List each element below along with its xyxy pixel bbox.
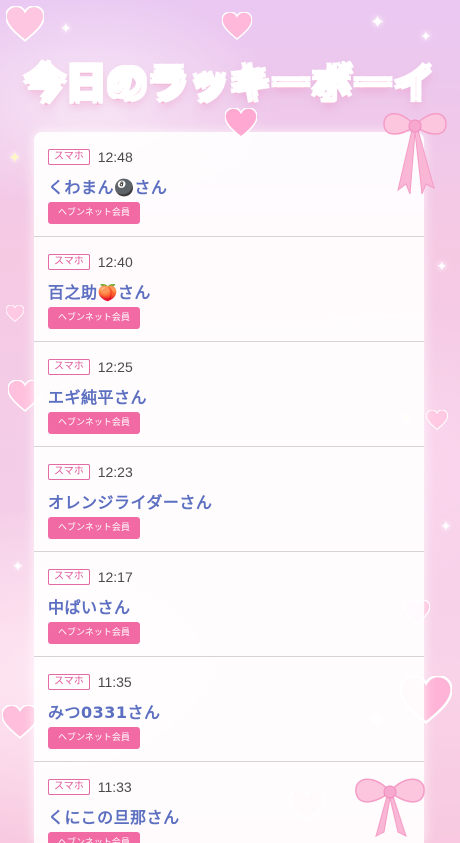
- heart-icon: [222, 12, 252, 40]
- device-tag: スマホ: [48, 149, 90, 165]
- page-title: 今日のラッキーボーイ: [24, 60, 435, 108]
- device-tag: スマホ: [48, 464, 90, 480]
- device-tag: スマホ: [48, 779, 90, 795]
- member-badge: ヘブンネット会員: [48, 412, 140, 434]
- device-tag: スマホ: [48, 254, 90, 270]
- ribbon-bow-icon: [378, 104, 452, 204]
- user-name: みつ0331さん: [48, 703, 161, 722]
- heart-icon: [225, 108, 257, 138]
- list-item[interactable]: スマホ 12:40 百之助🍑さん ヘブンネット会員: [34, 237, 424, 342]
- member-badge: ヘブンネット会員: [48, 202, 140, 224]
- heart-icon: [6, 305, 24, 322]
- device-tag: スマホ: [48, 674, 90, 690]
- lucky-boy-list: スマホ 12:48 くわまん🎱さん ヘブンネット会員 スマホ 12:40 百之助…: [34, 132, 424, 843]
- visit-time: 12:17: [97, 569, 133, 585]
- member-badge: ヘブンネット会員: [48, 517, 140, 539]
- ribbon-bow-icon: [350, 770, 430, 843]
- sparkle-icon: ✦: [370, 12, 386, 33]
- member-badge: ヘブンネット会員: [48, 727, 140, 749]
- device-tag: スマホ: [48, 359, 90, 375]
- sparkle-icon: ✦: [436, 259, 448, 275]
- list-item[interactable]: スマホ 12:48 くわまん🎱さん ヘブンネット会員: [34, 132, 424, 237]
- visit-time: 12:25: [97, 359, 133, 375]
- sparkle-icon: ✦: [8, 148, 22, 167]
- heart-icon: [6, 6, 44, 42]
- device-tag: スマホ: [48, 569, 90, 585]
- sparkle-icon: ✦: [60, 21, 72, 37]
- list-item[interactable]: スマホ 12:23 オレンジライダーさん ヘブンネット会員: [34, 447, 424, 552]
- user-name: くわまん🎱さん: [48, 178, 168, 197]
- heart-icon: [2, 705, 38, 739]
- list-item[interactable]: スマホ 11:35 みつ0331さん ヘブンネット会員: [34, 657, 424, 762]
- list-item[interactable]: スマホ 12:17 中ぱいさん ヘブンネット会員: [34, 552, 424, 657]
- visit-time: 11:35: [97, 674, 132, 690]
- visit-time: 11:33: [97, 779, 132, 795]
- member-badge: ヘブンネット会員: [48, 307, 140, 329]
- user-name: エギ純平さん: [48, 388, 148, 407]
- heart-icon: [426, 410, 448, 430]
- user-name: 中ぱいさん: [48, 598, 131, 617]
- member-badge: ヘブンネット会員: [48, 832, 140, 843]
- user-name: オレンジライダーさん: [48, 493, 213, 512]
- visit-time: 12:40: [97, 254, 133, 270]
- user-name: 百之助🍑さん: [48, 283, 151, 302]
- sparkle-icon: ✦: [12, 559, 24, 575]
- member-badge: ヘブンネット会員: [48, 622, 140, 644]
- sparkle-icon: ✦: [440, 519, 452, 535]
- visit-time: 12:23: [97, 464, 133, 480]
- visit-time: 12:48: [97, 149, 133, 165]
- list-item[interactable]: スマホ 12:25 エギ純平さん ヘブンネット会員: [34, 342, 424, 447]
